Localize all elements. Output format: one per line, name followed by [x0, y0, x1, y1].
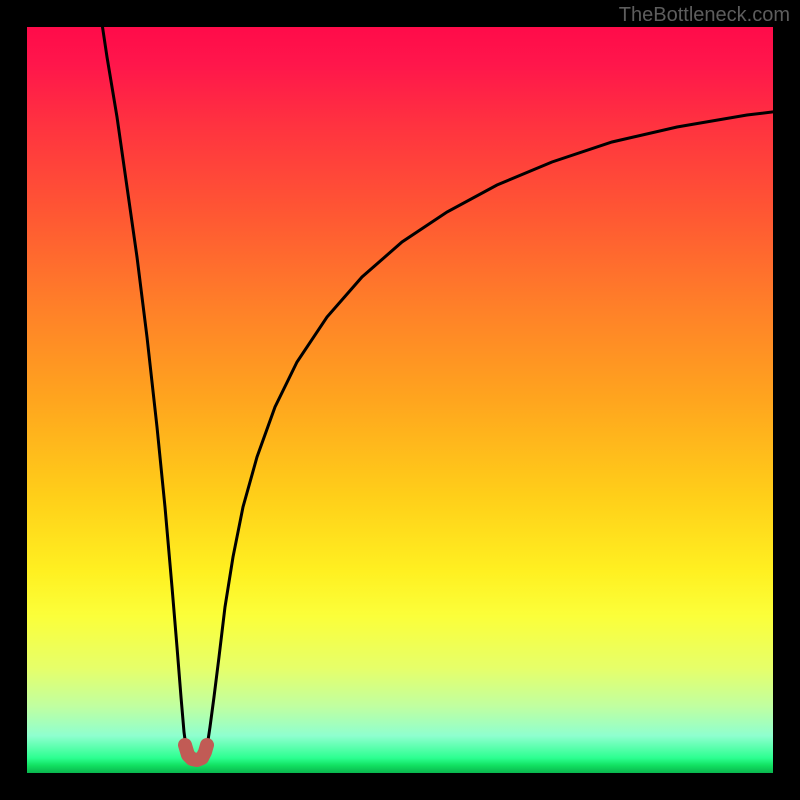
watermark-text: TheBottleneck.com	[619, 4, 790, 27]
nadir-marker	[185, 745, 207, 760]
bottleneck-curve	[101, 27, 773, 759]
chart-frame: TheBottleneck.com	[0, 0, 800, 800]
plot-area	[27, 27, 773, 773]
curve-layer	[27, 27, 773, 773]
